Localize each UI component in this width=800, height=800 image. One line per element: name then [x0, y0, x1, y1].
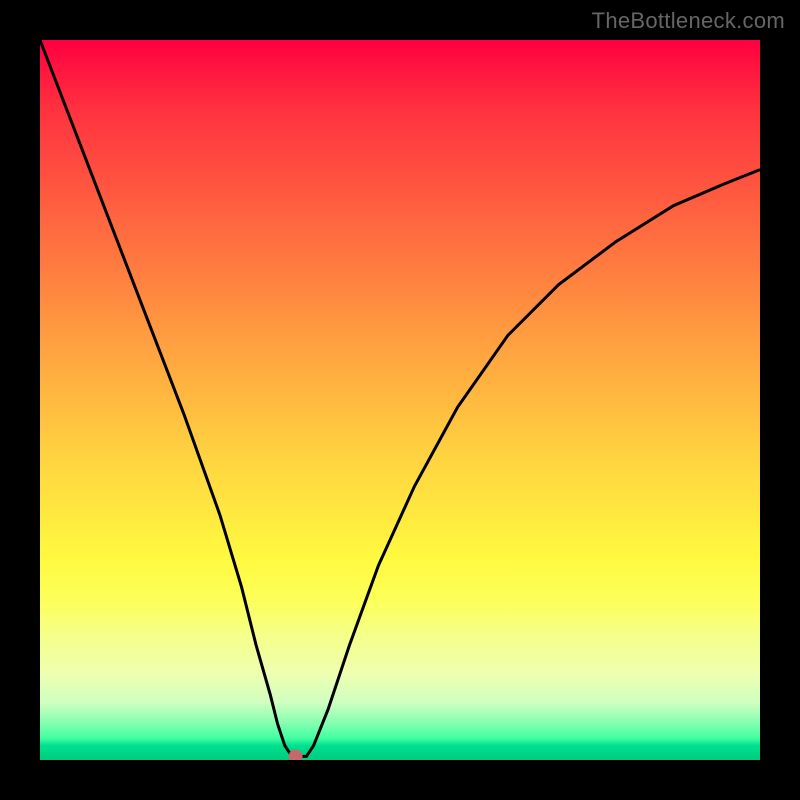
curve-svg — [40, 40, 760, 760]
plot-area — [40, 40, 760, 760]
chart-container: TheBottleneck.com — [0, 0, 800, 800]
watermark-text: TheBottleneck.com — [592, 8, 785, 34]
bottleneck-curve — [40, 40, 760, 756]
optimal-point-dot — [289, 749, 303, 760]
